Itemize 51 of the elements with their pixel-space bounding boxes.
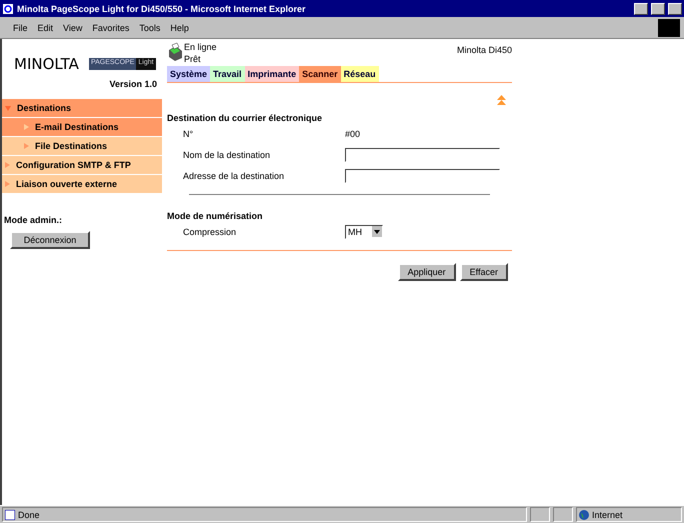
action-button[interactable]: Appliquer — [398, 263, 456, 281]
sidebar-item[interactable]: Liaison ouverte externe — [2, 175, 162, 193]
status-bar-panel — [530, 507, 550, 522]
minimize-button[interactable] — [634, 2, 648, 14]
brand-logo: MINOLTA — [14, 55, 79, 73]
sidebar-item[interactable]: File Destinations — [2, 137, 162, 155]
menu-item[interactable]: Edit — [34, 22, 56, 32]
field-value: #00 — [345, 128, 360, 138]
sidebar-item[interactable]: Destinations — [2, 99, 162, 117]
status-bar-panel — [553, 507, 573, 522]
status-bar-text: Done — [2, 507, 527, 522]
zone-indicator: Internet — [576, 507, 682, 522]
menu-item[interactable]: View — [60, 22, 86, 32]
page-icon — [5, 510, 15, 520]
tab[interactable]: Scanner — [299, 66, 341, 82]
admin-label: Mode admin.: — [4, 215, 63, 225]
caret-right-icon — [24, 143, 29, 149]
field-label: Compression — [183, 226, 238, 236]
globe-icon — [579, 510, 589, 520]
window-title: Minolta PageScope Light for Di450/550 - Microsoft Internet Explorer — [17, 4, 307, 14]
menu-item[interactable]: Favorites — [89, 22, 132, 32]
logout-button[interactable]: Déconnexion — [10, 231, 90, 249]
field-label: Adresse de la destination — [183, 170, 286, 180]
sidebar-item[interactable]: Configuration SMTP & FTP — [2, 156, 162, 174]
status-text: En ligne — [184, 42, 217, 52]
close-button[interactable] — [668, 2, 682, 14]
menu-item[interactable]: Tools — [136, 22, 164, 32]
action-button[interactable]: Effacer — [460, 263, 508, 281]
tab[interactable]: Imprimante — [244, 66, 300, 82]
section-title: Mode de numérisation — [167, 211, 264, 221]
dropdown-arrow-icon — [374, 230, 380, 234]
section-title: Destination du courrier électronique — [167, 113, 324, 123]
dropdown[interactable]: MH — [345, 224, 383, 238]
caret-right-icon — [24, 124, 29, 130]
browser-icon — [2, 2, 14, 14]
tab[interactable]: Système — [167, 66, 210, 82]
caret-down-icon — [5, 106, 11, 110]
maximize-button[interactable] — [651, 2, 665, 14]
field-label: N° — [183, 128, 194, 138]
menu-item[interactable]: Help — [167, 22, 192, 32]
tab[interactable]: Réseau — [340, 66, 379, 82]
menu-item[interactable]: File — [10, 22, 31, 32]
status-text: Prêt — [184, 54, 202, 64]
version-label: Version 1.0 — [109, 78, 158, 89]
caret-right-icon — [5, 162, 10, 168]
sidebar-item[interactable]: E-mail Destinations — [2, 118, 162, 136]
printer-icon — [167, 42, 183, 62]
device-name: Minolta Di450 — [456, 44, 512, 57]
caret-right-icon — [5, 181, 10, 187]
field-label: Nom de la destination — [183, 150, 272, 160]
tab[interactable]: Travail — [210, 66, 245, 82]
